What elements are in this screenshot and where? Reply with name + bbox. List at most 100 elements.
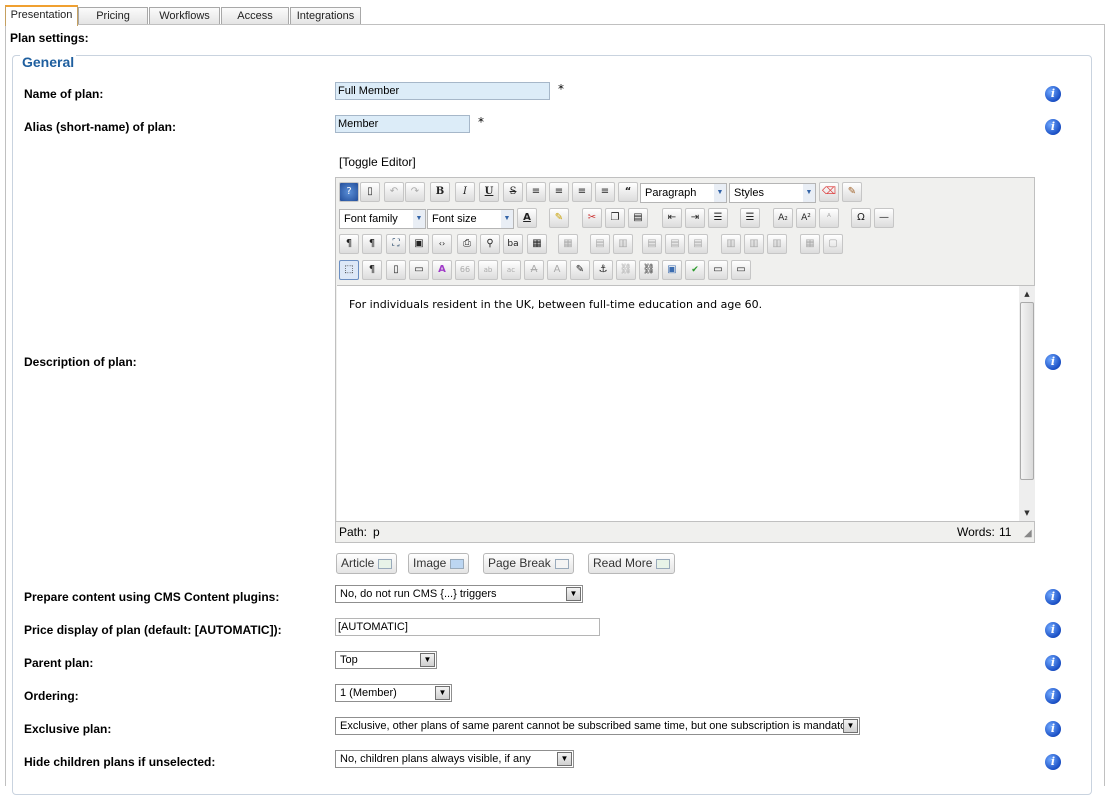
new-document-icon[interactable]: ▯ — [360, 182, 380, 202]
resize-handle-icon[interactable]: ◢ — [1024, 524, 1032, 544]
cleanup-broom-icon[interactable]: ✎ — [842, 182, 862, 202]
info-icon[interactable]: i — [1045, 354, 1061, 370]
col-before-icon[interactable]: ▥ — [721, 234, 741, 254]
subscript-icon[interactable]: A₂ — [773, 208, 793, 228]
row-after-icon[interactable]: ▤ — [665, 234, 685, 254]
scroll-down-icon[interactable]: ▼ — [1020, 506, 1034, 520]
info-icon[interactable]: i — [1045, 622, 1061, 638]
ordering-select[interactable]: 1 (Member) ▼ — [335, 684, 452, 702]
special-character-icon[interactable]: Ω — [851, 208, 871, 228]
editor-content-area[interactable]: For individuals resident in the UK, betw… — [337, 285, 1019, 521]
insert-text-icon[interactable]: A — [547, 260, 567, 280]
row-properties-icon[interactable]: ▤ — [590, 234, 610, 254]
media-icon[interactable]: ▭ — [731, 260, 751, 280]
bold-icon[interactable]: B — [430, 182, 450, 202]
col-after-icon[interactable]: ▥ — [744, 234, 764, 254]
font-size-select[interactable]: Font size ▼ — [427, 209, 514, 229]
article-button[interactable]: Article — [336, 553, 398, 574]
rtl-icon[interactable]: ¶ — [362, 234, 382, 254]
cell-properties-icon[interactable]: ▥ — [613, 234, 633, 254]
cite-icon[interactable]: 66 — [455, 260, 475, 280]
direction-icon[interactable]: ᴬ — [819, 208, 839, 228]
info-icon[interactable]: i — [1045, 754, 1061, 770]
toggle-editor-link[interactable]: [Toggle Editor] — [339, 155, 416, 169]
italic-icon[interactable]: I — [455, 182, 475, 202]
row-before-icon[interactable]: ▤ — [642, 234, 662, 254]
spellcheck-icon[interactable]: ✔ — [685, 260, 705, 280]
eraser-icon[interactable]: ⌫ — [819, 182, 839, 202]
tab-integrations[interactable]: Integrations — [290, 7, 361, 25]
numbered-list-icon[interactable]: ☰ — [708, 208, 728, 228]
cut-icon[interactable]: ✂ — [582, 208, 602, 228]
merge-cells-icon[interactable]: ▢ — [823, 234, 843, 254]
print-icon[interactable]: ⎙ — [457, 234, 477, 254]
info-icon[interactable]: i — [1045, 589, 1061, 605]
hide-children-select[interactable]: No, children plans always visible, if an… — [335, 750, 574, 768]
html-source-icon[interactable]: ‹› — [432, 234, 452, 254]
delete-table-icon[interactable]: ▦ — [558, 234, 578, 254]
abbr-icon[interactable]: ab — [478, 260, 498, 280]
styles-select[interactable]: Styles ▼ — [729, 183, 816, 203]
insert-table-icon[interactable]: ▦ — [527, 234, 547, 254]
info-icon[interactable]: i — [1045, 86, 1061, 102]
align-justify-icon[interactable]: ≡ — [526, 182, 546, 202]
delete-text-icon[interactable]: A — [524, 260, 544, 280]
acronym-icon[interactable]: ac — [501, 260, 521, 280]
anchor-icon[interactable]: ⚓ — [593, 260, 613, 280]
read-more-button[interactable]: Read More — [588, 553, 676, 574]
help-icon[interactable]: ? — [339, 182, 359, 202]
copy-icon[interactable]: ❐ — [605, 208, 625, 228]
preview-icon[interactable]: ▣ — [409, 234, 429, 254]
underline-icon[interactable]: U — [479, 182, 499, 202]
horizontal-rule-icon[interactable]: — — [874, 208, 894, 228]
attributes-icon[interactable]: ✎ — [570, 260, 590, 280]
scrollbar-thumb[interactable] — [1020, 302, 1034, 480]
text-color-icon[interactable]: A — [517, 208, 537, 228]
align-right-icon[interactable]: ≡ — [595, 182, 615, 202]
tab-pricing[interactable]: Pricing — [78, 7, 148, 25]
align-center-icon[interactable]: ≡ — [549, 182, 569, 202]
image-button[interactable]: Image — [408, 553, 470, 574]
page-icon[interactable]: ▭ — [409, 260, 429, 280]
image-icon[interactable]: ▣ — [662, 260, 682, 280]
outdent-icon[interactable]: ⇤ — [662, 208, 682, 228]
name-input[interactable]: Full Member — [335, 82, 550, 100]
alias-input[interactable]: Member — [335, 115, 470, 133]
delete-col-icon[interactable]: ▥ — [767, 234, 787, 254]
font-family-select[interactable]: Font family ▼ — [339, 209, 426, 229]
info-icon[interactable]: i — [1045, 119, 1061, 135]
delete-row-icon[interactable]: ▤ — [688, 234, 708, 254]
style-props-icon[interactable]: A — [432, 260, 452, 280]
page-break-button[interactable]: Page Break — [483, 553, 574, 574]
superscript-icon[interactable]: A² — [796, 208, 816, 228]
search-icon[interactable]: ⚲ — [480, 234, 500, 254]
fullscreen-icon[interactable]: ⛶ — [386, 234, 406, 254]
highlight-icon[interactable]: ✎ — [549, 208, 569, 228]
paste-icon[interactable]: ▤ — [628, 208, 648, 228]
tab-presentation[interactable]: Presentation — [5, 5, 78, 26]
parent-plan-select[interactable]: Top ▼ — [335, 651, 437, 669]
unlink-icon[interactable]: ⛓ — [616, 260, 636, 280]
price-display-input[interactable]: [AUTOMATIC] — [335, 618, 600, 636]
format-select[interactable]: Paragraph ▼ — [640, 183, 727, 203]
split-cells-icon[interactable]: ▦ — [800, 234, 820, 254]
exclusive-plan-select[interactable]: Exclusive, other plans of same parent ca… — [335, 717, 860, 735]
redo-icon[interactable]: ↷ — [405, 182, 425, 202]
show-blocks-icon[interactable]: ¶ — [362, 260, 382, 280]
tab-access[interactable]: Access — [221, 7, 289, 25]
info-icon[interactable]: i — [1045, 655, 1061, 671]
ltr-icon[interactable]: ¶ — [339, 234, 359, 254]
visual-aid-icon[interactable]: ⬚ — [339, 260, 359, 280]
strikethrough-icon[interactable]: S — [503, 182, 523, 202]
scroll-up-icon[interactable]: ▲ — [1020, 287, 1034, 301]
layer-icon[interactable]: ▭ — [708, 260, 728, 280]
info-icon[interactable]: i — [1045, 688, 1061, 704]
align-left-icon[interactable]: ≡ — [572, 182, 592, 202]
link-icon[interactable]: ⛓ — [639, 260, 659, 280]
replace-icon[interactable]: ba — [503, 234, 523, 254]
bullet-list-icon[interactable]: ☰ — [740, 208, 760, 228]
undo-icon[interactable]: ↶ — [384, 182, 404, 202]
indent-icon[interactable]: ⇥ — [685, 208, 705, 228]
path-value[interactable]: p — [373, 522, 380, 542]
info-icon[interactable]: i — [1045, 721, 1061, 737]
